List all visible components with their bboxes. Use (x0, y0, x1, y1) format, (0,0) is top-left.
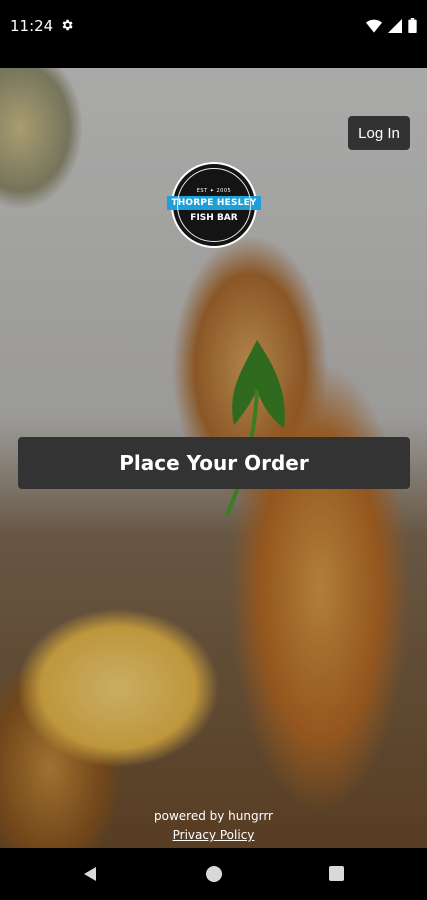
signal-icon (388, 18, 402, 33)
powered-by-text: powered by hungrrr (154, 809, 273, 823)
settings-gear-icon (62, 19, 73, 31)
recent-apps-icon[interactable] (329, 866, 344, 881)
login-button[interactable]: Log In (348, 116, 410, 150)
home-icon[interactable] (206, 866, 222, 882)
parsley-garnish-icon (225, 340, 285, 516)
wifi-icon (366, 19, 382, 33)
back-icon[interactable] (82, 866, 98, 882)
logo-ring (177, 168, 251, 242)
status-bar: 11:24 (0, 0, 427, 68)
food-background: EST ✦ 2005 THORPE HESLEY FISH BAR Log In… (0, 68, 427, 848)
place-order-button[interactable]: Place Your Order (18, 437, 410, 489)
privacy-policy-link[interactable]: Privacy Policy (0, 828, 427, 842)
status-time: 11:24 (10, 17, 54, 35)
status-icons (366, 18, 417, 33)
battery-icon (408, 18, 417, 33)
brand-logo: EST ✦ 2005 THORPE HESLEY FISH BAR (167, 162, 261, 248)
navigation-bar (0, 848, 427, 900)
